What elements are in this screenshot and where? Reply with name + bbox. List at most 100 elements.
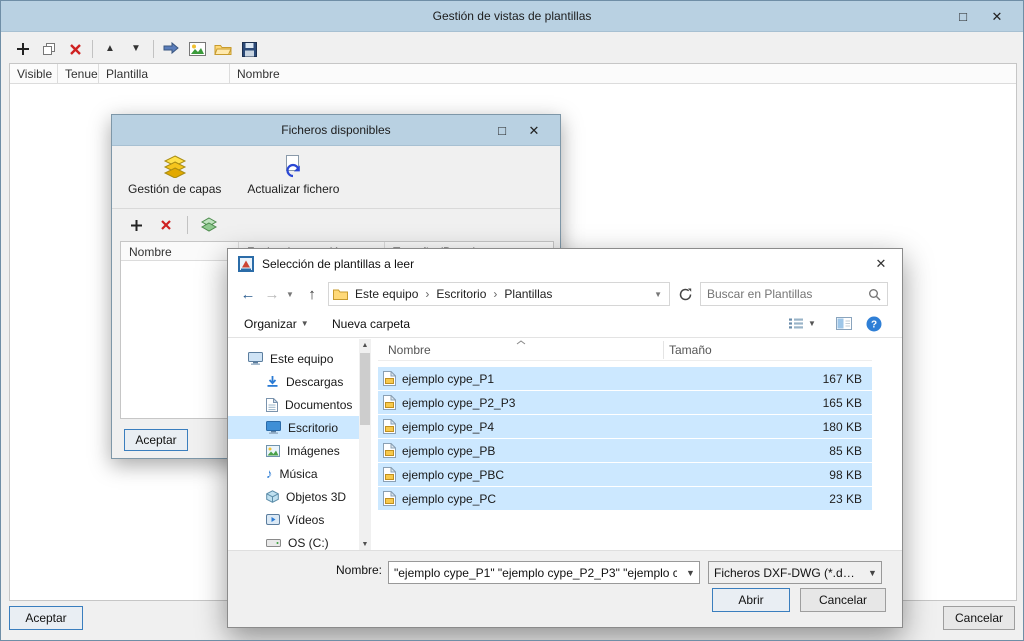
- close-icon[interactable]: ✕: [518, 115, 550, 146]
- main-titlebar: Gestión de vistas de plantillas □ ✕: [1, 1, 1023, 32]
- column-nombre[interactable]: Nombre: [388, 343, 431, 357]
- drive-icon: [266, 537, 281, 548]
- column-plantilla[interactable]: Plantilla: [99, 64, 230, 84]
- cancel-button[interactable]: Cancelar: [943, 606, 1015, 630]
- filename-input[interactable]: [389, 565, 682, 580]
- file-row[interactable]: ejemplo cype_P1 167 KB: [378, 367, 872, 390]
- layers-import-icon[interactable]: [197, 213, 221, 237]
- add-icon[interactable]: [11, 37, 35, 61]
- preview-pane-button[interactable]: [836, 310, 852, 337]
- breadcrumb-plantillas[interactable]: Plantillas: [499, 287, 557, 301]
- views-button[interactable]: ▼: [788, 310, 816, 337]
- cancel-button[interactable]: Cancelar: [800, 588, 886, 612]
- update-file-button[interactable]: Actualizar fichero: [239, 150, 347, 200]
- filetype-value: Ficheros DXF-DWG (*.dxf;*.dwg: [714, 565, 864, 580]
- breadcrumb-este-equipo[interactable]: Este equipo: [350, 287, 423, 301]
- delete-icon[interactable]: [63, 37, 87, 61]
- chevron-down-icon[interactable]: ▼: [864, 568, 881, 578]
- sidebar-item-musica[interactable]: ♪ Música: [228, 462, 359, 485]
- history-chevron-icon[interactable]: ▼: [282, 280, 298, 308]
- sidebar-item-escritorio[interactable]: Escritorio: [228, 416, 359, 439]
- scrollbar-thumb[interactable]: [360, 353, 370, 425]
- file-name: ejemplo cype_PB: [402, 443, 496, 458]
- layers-management-button[interactable]: Gestión de capas: [120, 150, 229, 200]
- navigation-bar: ← → ▼ ↑ Este equipo › Escritorio › Plant…: [228, 280, 902, 308]
- delete-icon[interactable]: [154, 213, 178, 237]
- sidebar-item-objetos-3d[interactable]: Objetos 3D: [228, 485, 359, 508]
- sidebar-scrollbar[interactable]: ▲ ▼: [359, 339, 371, 550]
- layers-icon: [163, 154, 187, 178]
- search-input[interactable]: [701, 287, 868, 301]
- file-size: 165 KB: [822, 395, 862, 410]
- maximize-icon[interactable]: □: [486, 115, 518, 146]
- column-divider[interactable]: [663, 341, 664, 359]
- chevron-down-icon: ▼: [300, 319, 309, 328]
- sidebar-label: Escritorio: [288, 420, 339, 435]
- chevron-down-icon[interactable]: ▼: [682, 568, 699, 578]
- new-folder-button[interactable]: Nueva carpeta: [332, 310, 410, 337]
- layers-management-label: Gestión de capas: [128, 182, 222, 196]
- image-icon[interactable]: [185, 37, 209, 61]
- column-tamano[interactable]: Tamaño: [669, 343, 712, 357]
- filetype-combo[interactable]: Ficheros DXF-DWG (*.dxf;*.dwg ▼: [708, 561, 882, 584]
- sidebar-item-descargas[interactable]: Descargas: [228, 370, 359, 393]
- scroll-down-icon[interactable]: ▼: [359, 538, 371, 550]
- close-icon[interactable]: ✕: [860, 249, 902, 279]
- svg-text:?: ?: [871, 319, 877, 330]
- sidebar-item-este-equipo[interactable]: Este equipo: [228, 347, 359, 370]
- file-name: ejemplo cype_P4: [402, 419, 495, 434]
- maximize-icon[interactable]: □: [947, 1, 979, 32]
- open-button[interactable]: Abrir: [712, 588, 790, 612]
- file-row[interactable]: ejemplo cype_PBC 98 KB: [378, 463, 872, 486]
- open-folder-icon[interactable]: [211, 37, 235, 61]
- video-icon: [266, 514, 280, 525]
- dwg-file-icon: [383, 443, 396, 458]
- back-icon[interactable]: ←: [236, 280, 260, 308]
- sidebar-item-documentos[interactable]: Documentos: [228, 393, 359, 416]
- address-bar[interactable]: Este equipo › Escritorio › Plantillas ▼: [328, 282, 670, 306]
- search-icon: [868, 288, 887, 301]
- app-icon: [238, 256, 254, 272]
- new-folder-label: Nueva carpeta: [332, 316, 411, 331]
- sidebar-item-videos[interactable]: Vídeos: [228, 508, 359, 531]
- address-dropdown-icon[interactable]: ▼: [651, 290, 665, 299]
- chevron-right-icon: ›: [493, 287, 498, 301]
- column-nombre[interactable]: Nombre: [230, 64, 1016, 84]
- sidebar-item-os-c[interactable]: OS (C:): [228, 531, 359, 550]
- sidebar-label: OS (C:): [288, 535, 329, 550]
- move-up-icon[interactable]: ▲: [98, 37, 122, 61]
- main-window-title: Gestión de vistas de plantillas: [432, 9, 592, 23]
- dwg-file-icon: [383, 467, 396, 482]
- help-button[interactable]: ?: [866, 310, 882, 337]
- add-icon[interactable]: [124, 213, 148, 237]
- accept-button[interactable]: Aceptar: [9, 606, 83, 630]
- forward-icon[interactable]: →: [260, 280, 284, 308]
- scroll-up-icon[interactable]: ▲: [359, 339, 371, 351]
- file-row[interactable]: ejemplo cype_PC 23 KB: [378, 487, 872, 510]
- file-row[interactable]: ejemplo cype_P4 180 KB: [378, 415, 872, 438]
- accept-button[interactable]: Aceptar: [124, 429, 188, 451]
- save-icon[interactable]: [237, 37, 261, 61]
- organize-button[interactable]: Organizar ▼: [244, 310, 309, 337]
- dwg-file-icon: [383, 419, 396, 434]
- close-icon[interactable]: ✕: [981, 1, 1013, 32]
- ficheros-titlebar: Ficheros disponibles □ ✕: [112, 115, 560, 146]
- breadcrumb-escritorio[interactable]: Escritorio: [431, 287, 491, 301]
- column-tenue[interactable]: Tenue: [58, 64, 99, 84]
- filename-combo[interactable]: ▼: [388, 561, 700, 584]
- copy-icon[interactable]: [37, 37, 61, 61]
- sidebar-item-imagenes[interactable]: Imágenes: [228, 439, 359, 462]
- sidebar-label: Documentos: [285, 397, 353, 412]
- computer-icon: [248, 352, 263, 365]
- file-row[interactable]: ejemplo cype_P2_P3 165 KB: [378, 391, 872, 414]
- up-icon[interactable]: ↑: [300, 280, 324, 308]
- move-down-icon[interactable]: ▼: [124, 37, 148, 61]
- help-icon: ?: [866, 316, 882, 332]
- column-nombre[interactable]: Nombre: [121, 242, 239, 261]
- import-views-icon[interactable]: [159, 37, 183, 61]
- file-row[interactable]: ejemplo cype_PB 85 KB: [378, 439, 872, 462]
- column-visible[interactable]: Visible: [10, 64, 58, 84]
- search-box[interactable]: [700, 282, 888, 306]
- dwg-file-icon: [383, 395, 396, 410]
- refresh-icon[interactable]: [674, 282, 696, 306]
